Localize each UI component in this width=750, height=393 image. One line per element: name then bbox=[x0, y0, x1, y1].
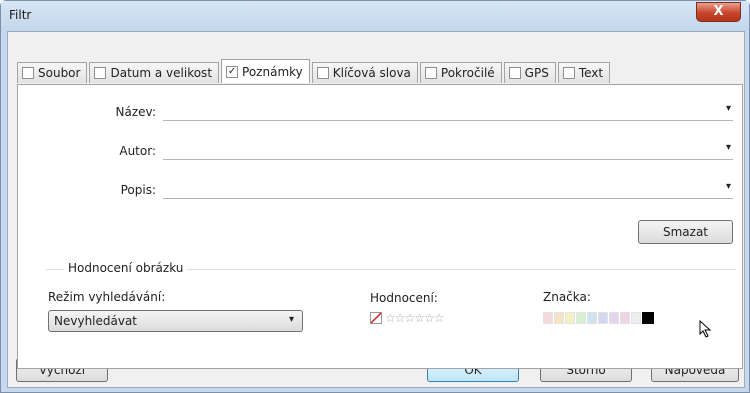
tab-klicova-checkbox[interactable] bbox=[316, 67, 329, 79]
rating-label: Hodnocení: bbox=[370, 291, 438, 305]
author-label: Autor: bbox=[119, 144, 156, 158]
rating-group-title: Hodnocení obrázku bbox=[64, 261, 188, 275]
notes-tab-panel: Název: ▾ Autor: ▾ Popis: ▾ Smazat Hodnoc… bbox=[17, 84, 743, 369]
tab-label: Soubor bbox=[38, 66, 81, 80]
tag-color-swatch[interactable] bbox=[554, 312, 564, 324]
tag-color-swatch[interactable] bbox=[543, 312, 553, 324]
tab-gps-checkbox[interactable] bbox=[508, 67, 521, 79]
title-bar: Filtr X bbox=[1, 1, 749, 31]
tab-pokrocile-checkbox[interactable] bbox=[424, 67, 437, 79]
close-button[interactable]: X bbox=[696, 2, 741, 22]
tag-color-swatch[interactable] bbox=[587, 312, 597, 324]
tag-color-swatch[interactable] bbox=[620, 312, 630, 324]
tab-strip: Soubor Datum a velikost ✓ Poznámky Klíčo… bbox=[17, 59, 612, 83]
description-label: Popis: bbox=[120, 183, 156, 197]
author-combobox[interactable]: ▾ bbox=[163, 140, 733, 160]
tab-label: Pokročilé bbox=[440, 66, 495, 80]
tab-text-checkbox[interactable] bbox=[562, 67, 575, 79]
mouse-cursor-icon bbox=[699, 320, 712, 338]
tag-color-swatch[interactable] bbox=[576, 312, 586, 324]
tab-pokrocile[interactable]: Pokročilé bbox=[419, 62, 502, 83]
search-mode-label: Režim vyhledávání: bbox=[48, 290, 166, 304]
rating-control[interactable]: ☆☆☆☆☆☆ bbox=[370, 311, 445, 325]
chevron-down-icon: ▾ bbox=[288, 314, 294, 325]
tab-soubor-checkbox[interactable] bbox=[22, 67, 34, 79]
tab-text[interactable]: Text bbox=[557, 62, 611, 83]
tab-label: GPS bbox=[524, 66, 549, 80]
description-combobox[interactable]: ▾ bbox=[163, 179, 733, 199]
name-label: Název: bbox=[115, 105, 157, 119]
tab-soubor[interactable]: Soubor bbox=[17, 62, 88, 83]
tab-poznamky[interactable]: ✓ Poznámky bbox=[221, 59, 310, 83]
tag-color-swatch[interactable] bbox=[609, 312, 619, 324]
tab-label: Poznámky bbox=[242, 64, 303, 79]
chevron-down-icon[interactable]: ▾ bbox=[726, 142, 731, 153]
chevron-down-icon[interactable]: ▾ bbox=[726, 103, 731, 114]
tab-label: Datum a velikost bbox=[110, 66, 213, 80]
rating-stars[interactable]: ☆☆☆☆☆☆ bbox=[385, 311, 445, 325]
tab-poznamky-checkbox[interactable]: ✓ bbox=[226, 65, 239, 78]
search-mode-value: Nevyhledávat bbox=[54, 314, 138, 328]
clear-button[interactable]: Smazat bbox=[638, 220, 733, 244]
tag-color-swatch[interactable] bbox=[565, 312, 575, 324]
dialog-client-area: Soubor Datum a velikost ✓ Poznámky Klíčo… bbox=[7, 31, 745, 388]
tab-label: Text bbox=[578, 66, 604, 80]
tab-klicova-slova[interactable]: Klíčová slova bbox=[311, 62, 418, 83]
tab-datum-a-velikost[interactable]: Datum a velikost bbox=[89, 62, 220, 83]
search-mode-select[interactable]: Nevyhledávat ▾ bbox=[48, 310, 303, 332]
tag-label: Značka: bbox=[543, 290, 591, 304]
filter-dialog: Filtr X Soubor Datum a velikost ✓ Poznám… bbox=[0, 0, 750, 393]
tag-color-picker[interactable] bbox=[543, 312, 654, 324]
tag-color-swatch[interactable] bbox=[631, 312, 641, 324]
check-icon: ✓ bbox=[227, 65, 237, 77]
chevron-down-icon[interactable]: ▾ bbox=[726, 181, 731, 192]
tab-gps[interactable]: GPS bbox=[503, 62, 556, 83]
tab-datum-checkbox[interactable] bbox=[94, 67, 107, 79]
tag-color-swatch[interactable] bbox=[598, 312, 608, 324]
window-title: Filtr bbox=[9, 8, 32, 22]
tab-label: Klíčová slova bbox=[332, 66, 411, 80]
tag-color-swatch[interactable] bbox=[642, 312, 654, 324]
name-combobox[interactable]: ▾ bbox=[163, 101, 733, 121]
no-rating-icon[interactable] bbox=[370, 312, 382, 324]
